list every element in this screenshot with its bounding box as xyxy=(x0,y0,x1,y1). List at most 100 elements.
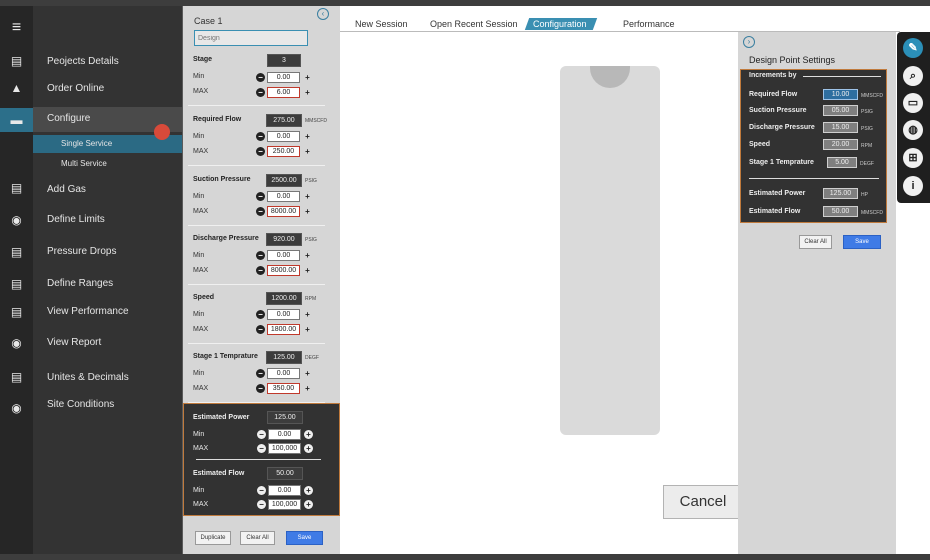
gauge-icon[interactable]: ◉ xyxy=(0,210,33,230)
collapse-left-icon[interactable]: ‹ xyxy=(317,8,329,20)
param-max-decrement[interactable]: − xyxy=(256,207,265,216)
chart-icon[interactable]: ▤ xyxy=(0,302,33,322)
tab-configuration[interactable]: Configuration xyxy=(533,19,587,29)
param-min-input[interactable]: 0.00 xyxy=(267,368,300,379)
param-max-increment[interactable]: + xyxy=(303,384,312,393)
gauge-icon[interactable]: ◉ xyxy=(0,333,33,353)
chart-icon[interactable]: ▤ xyxy=(0,274,33,294)
chart-icon[interactable]: ▤ xyxy=(0,178,33,198)
estimated-power-max-decrement[interactable]: − xyxy=(257,444,266,453)
param-max-decrement[interactable]: − xyxy=(256,325,265,334)
estimated-power-max-increment[interactable]: + xyxy=(304,444,313,453)
param-min-decrement[interactable]: − xyxy=(256,132,265,141)
sidebar-item-configure[interactable]: Configure xyxy=(47,113,90,124)
estimate-value[interactable]: 50.00 xyxy=(823,206,858,217)
estimated-power-min-input[interactable]: 0.00 xyxy=(268,429,301,440)
increment-input[interactable]: 15.00 xyxy=(823,122,858,133)
sidebar-item-add-gas[interactable]: Add Gas xyxy=(47,184,86,195)
param-min-input[interactable]: 0.00 xyxy=(267,309,300,320)
increment-input[interactable]: 05.00 xyxy=(823,105,858,116)
cart-icon[interactable]: ⊞ xyxy=(903,148,923,168)
param-value[interactable]: 1200.00 xyxy=(266,292,302,305)
menu-icon[interactable]: ≡ xyxy=(0,18,33,38)
param-value[interactable]: 920.00 xyxy=(266,233,302,246)
param-min-increment[interactable]: + xyxy=(303,251,312,260)
param-min-decrement[interactable]: − xyxy=(256,369,265,378)
estimated-flow-value[interactable]: 50.00 xyxy=(267,467,303,480)
estimated-flow-max-increment[interactable]: + xyxy=(304,500,313,509)
param-min-input[interactable]: 0.00 xyxy=(267,191,300,202)
tab-open-recent-session[interactable]: Open Recent Session xyxy=(430,19,518,29)
sidebar-item-define-limits[interactable]: Define Limits xyxy=(47,214,105,225)
print-icon[interactable]: ▭ xyxy=(903,93,923,113)
param-max-decrement[interactable]: − xyxy=(256,266,265,275)
param-max-input[interactable]: 1800.00 xyxy=(267,324,300,335)
param-min-input[interactable]: 0.00 xyxy=(267,250,300,261)
warning-icon[interactable]: ▲ xyxy=(0,78,33,98)
estimated-flow-min-decrement[interactable]: − xyxy=(257,486,266,495)
cancel-button[interactable]: Cancel xyxy=(663,485,743,519)
stage-max-increment[interactable]: + xyxy=(303,88,312,97)
param-min-decrement[interactable]: − xyxy=(256,192,265,201)
tab-new-session[interactable]: New Session xyxy=(355,19,408,29)
info-icon[interactable]: i xyxy=(903,176,923,196)
chart-icon[interactable]: ▤ xyxy=(0,242,33,262)
param-min-input[interactable]: 0.00 xyxy=(267,131,300,142)
increment-input[interactable]: 5.00 xyxy=(827,157,857,168)
param-min-decrement[interactable]: − xyxy=(256,251,265,260)
param-value[interactable]: 275.00 xyxy=(266,114,302,127)
stage-max-decrement[interactable]: − xyxy=(256,88,265,97)
param-max-increment[interactable]: + xyxy=(303,207,312,216)
expand-right-icon[interactable]: › xyxy=(743,36,755,48)
param-max-decrement[interactable]: − xyxy=(256,384,265,393)
sidebar-item-view-performance[interactable]: View Performance xyxy=(47,306,129,317)
sidebar-item-multi-service[interactable]: Multi Service xyxy=(61,159,107,168)
sidebar-item-order-online[interactable]: Order Online xyxy=(47,83,104,94)
sidebar-item-single-service[interactable]: Single Service xyxy=(61,139,112,148)
stage-min-decrement[interactable]: − xyxy=(256,73,265,82)
param-max-decrement[interactable]: − xyxy=(256,147,265,156)
clear-all-button[interactable]: Clear All xyxy=(240,531,275,545)
tab-performance[interactable]: Performance xyxy=(623,19,675,29)
estimated-flow-min-increment[interactable]: + xyxy=(304,486,313,495)
sidebar-item-define-ranges[interactable]: Define Ranges xyxy=(47,278,113,289)
stage-max-input[interactable]: 6.00 xyxy=(267,87,300,98)
sidebar-item-pressure-drops[interactable]: Pressure Drops xyxy=(47,246,116,257)
increment-input[interactable]: 10.00 xyxy=(823,89,858,100)
design-clear-all-button[interactable]: Clear All xyxy=(799,235,832,249)
globe-icon[interactable]: ◍ xyxy=(903,120,923,140)
param-max-input[interactable]: 8000.00 xyxy=(267,265,300,276)
case-name-input[interactable] xyxy=(194,30,308,46)
param-value[interactable]: 2500.00 xyxy=(266,174,302,187)
param-max-increment[interactable]: + xyxy=(303,147,312,156)
param-value[interactable]: 125.00 xyxy=(266,351,302,364)
param-max-increment[interactable]: + xyxy=(303,266,312,275)
stage-min-input[interactable]: 0.00 xyxy=(267,72,300,83)
save-button[interactable]: Save xyxy=(286,531,323,545)
param-max-input[interactable]: 8000.00 xyxy=(267,206,300,217)
estimated-power-max-input[interactable]: 100,000 xyxy=(268,443,301,454)
estimated-power-min-decrement[interactable]: − xyxy=(257,430,266,439)
estimate-value[interactable]: 125.00 xyxy=(823,188,858,199)
estimated-power-min-increment[interactable]: + xyxy=(304,430,313,439)
param-min-decrement[interactable]: − xyxy=(256,310,265,319)
stage-min-increment[interactable]: + xyxy=(303,73,312,82)
param-min-increment[interactable]: + xyxy=(303,132,312,141)
sidebar-item-view-report[interactable]: View Report xyxy=(47,337,101,348)
sidebar-item-site-conditions[interactable]: Site Conditions xyxy=(47,399,114,410)
stage-value[interactable]: 3 xyxy=(267,54,301,67)
increment-input[interactable]: 20.00 xyxy=(823,139,858,150)
param-max-input[interactable]: 250.00 xyxy=(267,146,300,157)
search-icon[interactable]: ⌕ xyxy=(903,66,923,86)
estimated-flow-max-decrement[interactable]: − xyxy=(257,500,266,509)
sidebar-item-unites-decimals[interactable]: Unites & Decimals xyxy=(47,372,129,383)
sidebar-item-projects-details[interactable]: Peojects Details xyxy=(47,56,119,67)
estimated-flow-min-input[interactable]: 0.00 xyxy=(268,485,301,496)
param-min-increment[interactable]: + xyxy=(303,369,312,378)
duplicate-button[interactable]: Duplicate xyxy=(195,531,231,545)
param-max-increment[interactable]: + xyxy=(303,325,312,334)
param-min-increment[interactable]: + xyxy=(303,310,312,319)
chart-icon[interactable]: ▤ xyxy=(0,51,33,71)
param-max-input[interactable]: 350.00 xyxy=(267,383,300,394)
design-save-button[interactable]: Save xyxy=(843,235,881,249)
